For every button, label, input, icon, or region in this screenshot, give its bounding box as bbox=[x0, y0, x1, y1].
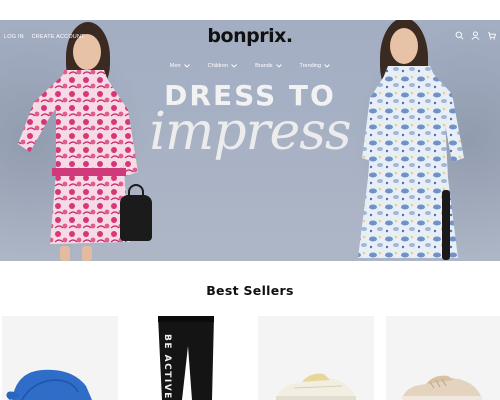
chevron-down-icon bbox=[275, 64, 282, 68]
nav-label: Men bbox=[169, 63, 181, 69]
hero-headline-script: impress bbox=[149, 102, 351, 162]
nav-item-men[interactable]: Men bbox=[170, 63, 190, 69]
hero-banner[interactable]: LOG IN CREATE ACCOUNT bonprix. Men Child… bbox=[0, 20, 500, 261]
user-icon[interactable] bbox=[471, 31, 480, 40]
product-card-cream-sneakers[interactable] bbox=[258, 316, 374, 400]
chevron-down-icon bbox=[231, 64, 237, 68]
search-icon[interactable] bbox=[455, 31, 464, 40]
main-nav: Men Children Brands Trending bbox=[0, 63, 500, 69]
header-icons bbox=[455, 31, 496, 40]
product-card-black-joggers[interactable]: BE ACTIVE bbox=[130, 316, 246, 400]
beige-sneakers-image bbox=[402, 375, 482, 400]
chevron-down-icon bbox=[324, 64, 330, 68]
nav-item-trending[interactable]: Trending bbox=[300, 63, 331, 69]
cart-icon[interactable] bbox=[487, 31, 496, 40]
logo[interactable]: bonprix. bbox=[0, 25, 500, 47]
nav-item-children[interactable]: Children bbox=[208, 63, 237, 69]
nav-label: Brands bbox=[255, 63, 273, 69]
chevron-down-icon bbox=[183, 64, 190, 68]
jogger-print-text: BE ACTIVE bbox=[162, 334, 172, 400]
product-card-blue-cap[interactable] bbox=[2, 316, 118, 400]
nav-item-brands[interactable]: Brands bbox=[255, 63, 282, 69]
blue-cap-image bbox=[6, 369, 92, 400]
handbag bbox=[120, 195, 152, 241]
nav-label: Trending bbox=[299, 63, 322, 69]
nav-label: Children bbox=[207, 63, 229, 69]
product-card-beige-sneakers[interactable] bbox=[386, 316, 500, 400]
strap bbox=[442, 190, 450, 260]
cream-sneakers-image bbox=[276, 373, 356, 400]
best-sellers-title: Best Sellers bbox=[206, 283, 294, 298]
black-joggers-image bbox=[130, 316, 246, 400]
